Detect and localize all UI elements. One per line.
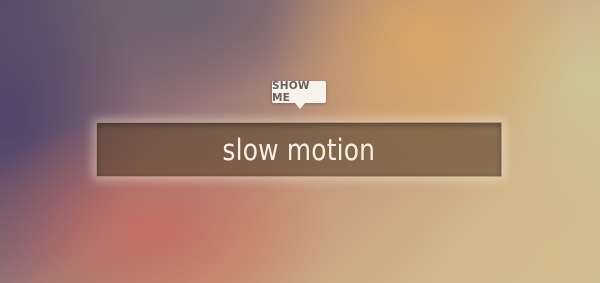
text-display-box: slow motion <box>96 122 502 177</box>
tooltip-pointer <box>295 103 305 109</box>
show-me-label: SHOW ME <box>272 80 310 104</box>
display-text: slow motion <box>222 132 376 167</box>
show-me-button[interactable]: SHOW ME <box>272 80 326 104</box>
